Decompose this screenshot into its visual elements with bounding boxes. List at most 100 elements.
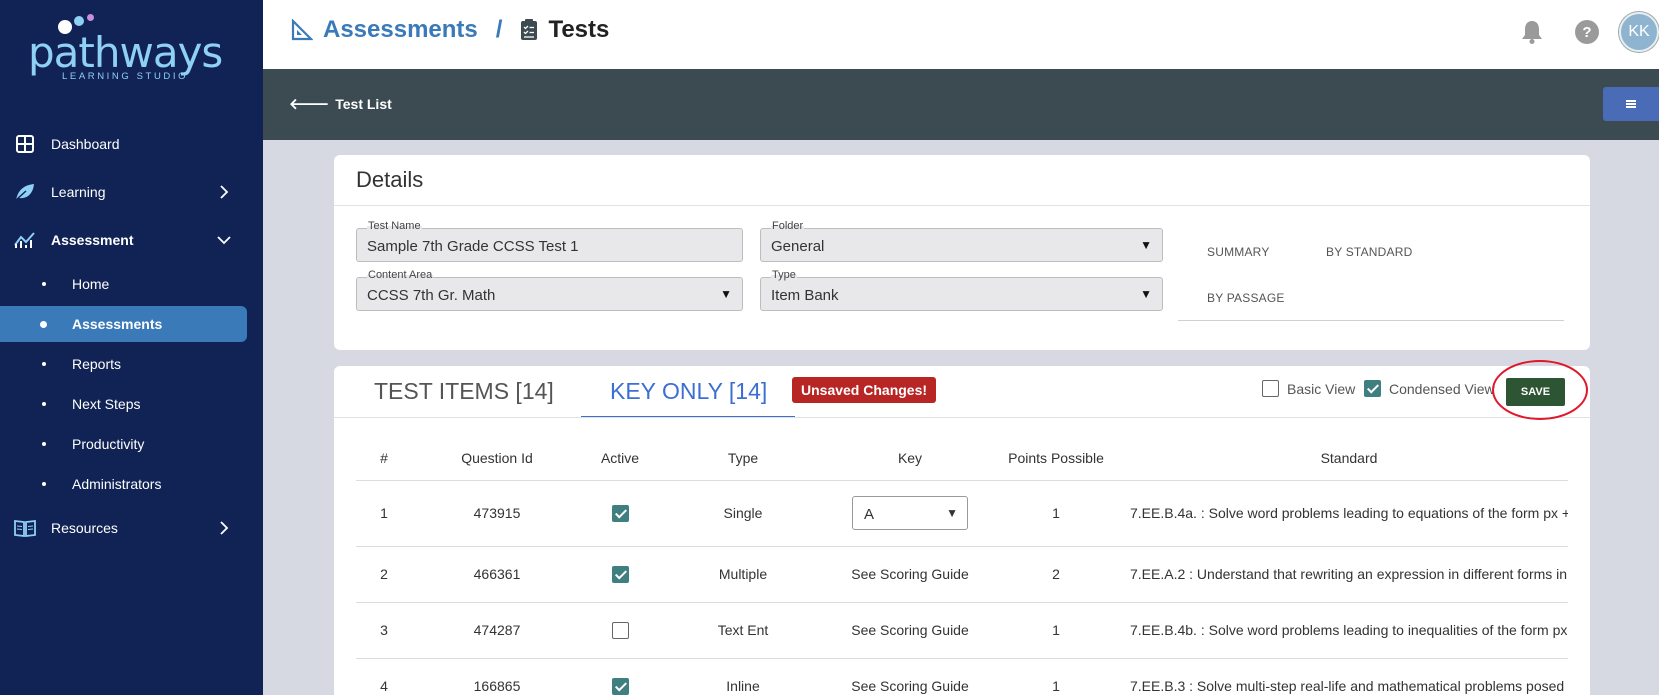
chevron-down-icon (217, 236, 231, 245)
folder-select[interactable]: Folder General ▼ (760, 220, 1163, 262)
sidebar-item-learning[interactable]: Learning (0, 168, 263, 216)
col-header-num[interactable]: # (356, 436, 412, 481)
active-checkbox[interactable] (611, 677, 629, 695)
col-header-key[interactable]: Key (828, 436, 992, 481)
cell-num: 4 (356, 658, 412, 695)
cell-key: A ▼ (828, 480, 992, 547)
sidebar-item-assessment[interactable]: Assessment (0, 216, 263, 264)
cell-type: Text Ent (658, 602, 828, 659)
sidebar-subitem-next-steps[interactable]: Next Steps (0, 384, 263, 424)
checklist-icon (521, 19, 538, 40)
sidebar-subitem-administrators[interactable]: Administrators (0, 464, 263, 504)
cell-standard: 7.EE.B.4b. : Solve word problems leading… (1120, 602, 1568, 659)
basic-view-checkbox[interactable] (1262, 380, 1279, 397)
sidebar-item-label: Learning (51, 184, 106, 200)
col-header-standard[interactable]: Standard (1120, 436, 1568, 481)
cell-points: 1 (992, 480, 1120, 547)
sidebar-subitem-assessments[interactable]: Assessments (0, 306, 247, 342)
active-checkbox[interactable] (611, 621, 629, 639)
cell-standard: 7.EE.A.2 : Understand that rewriting an … (1120, 546, 1568, 603)
field-value: CCSS 7th Gr. Math (367, 287, 496, 304)
field-label: Folder (771, 220, 805, 232)
condensed-view-option[interactable]: Condensed View (1364, 380, 1495, 397)
table-row: 3 474287 Text Ent See Scoring Guide 1 7.… (356, 602, 1568, 659)
chevron-right-icon (220, 185, 229, 199)
chevron-right-icon (220, 521, 229, 535)
cell-active (582, 480, 658, 547)
caret-down-icon: ▼ (720, 287, 732, 301)
tab-summary[interactable]: SUMMARY (1207, 245, 1270, 259)
sidebar-nav: Dashboard Learning Assessment Home Asses… (0, 120, 263, 552)
details-title: Details (356, 167, 424, 192)
table-header-row: # Question Id Active Type Key Points Pos… (356, 436, 1568, 481)
summary-tabs: SUMMARY BY STANDARD BY PASSAGE (1178, 225, 1564, 321)
key-select[interactable]: A ▼ (852, 496, 968, 530)
breadcrumb-assessments[interactable]: Assessments (323, 16, 478, 44)
pathways-logo[interactable]: pathways LEARNING STUDIO (28, 8, 223, 82)
cell-num: 1 (356, 480, 412, 547)
active-checkbox[interactable] (611, 504, 629, 522)
caret-down-icon: ▼ (1140, 238, 1152, 252)
cell-type: Multiple (658, 546, 828, 603)
back-link-label: Test List (335, 95, 392, 112)
content-area-select[interactable]: Content Area CCSS 7th Gr. Math ▼ (356, 269, 743, 311)
help-icon[interactable]: ? (1575, 20, 1599, 44)
tab-by-standard[interactable]: BY STANDARD (1326, 245, 1412, 259)
avatar[interactable]: KK (1619, 12, 1659, 52)
dashboard-grid-icon (14, 133, 36, 155)
leaf-icon (14, 181, 36, 203)
breadcrumb: Assessments / Tests (291, 16, 609, 44)
sidebar-item-resources[interactable]: Resources (0, 504, 263, 552)
col-header-active[interactable]: Active (582, 436, 658, 481)
cell-points: 1 (992, 658, 1120, 695)
breadcrumb-tests: Tests (548, 16, 610, 43)
details-card: Details Test Name Sample 7th Grade CCSS … (334, 155, 1590, 350)
basic-view-label: Basic View (1287, 380, 1356, 397)
menu-toggle-button[interactable] (1603, 87, 1659, 121)
cell-key[interactable]: See Scoring Guide (828, 658, 992, 695)
header-actions: ? KK (1519, 12, 1659, 52)
field-label: Test Name (367, 220, 422, 232)
sidebar-item-label: Resources (51, 520, 118, 536)
cell-active (582, 658, 658, 695)
field-value: Sample 7th Grade CCSS Test 1 (367, 238, 579, 255)
cell-key[interactable]: See Scoring Guide (828, 546, 992, 603)
cell-question-id: 473915 (412, 480, 582, 547)
active-checkbox[interactable] (611, 565, 629, 583)
cell-question-id: 466361 (412, 546, 582, 603)
col-header-points[interactable]: Points Possible (992, 436, 1120, 481)
table-row: 4 166865 Inline See Scoring Guide 1 7.EE… (356, 658, 1568, 695)
col-header-type[interactable]: Type (658, 436, 828, 481)
key-table: # Question Id Active Type Key Points Pos… (356, 436, 1568, 695)
condensed-view-checkbox[interactable] (1364, 380, 1381, 397)
caret-down-icon: ▼ (1140, 287, 1152, 301)
col-header-question-id[interactable]: Question Id (412, 436, 582, 481)
sidebar-subitem-reports[interactable]: Reports (0, 344, 263, 384)
book-icon (14, 517, 36, 539)
cell-key[interactable]: See Scoring Guide (828, 602, 992, 659)
field-label: Type (771, 269, 797, 281)
tab-key-only[interactable]: KEY ONLY [14] (610, 378, 767, 405)
sidebar-subitem-home[interactable]: Home (0, 264, 263, 304)
cell-type: Single (658, 480, 828, 547)
sidebar-item-label: Dashboard (51, 136, 120, 152)
test-name-field[interactable]: Test Name Sample 7th Grade CCSS Test 1 (356, 220, 743, 262)
back-to-test-list-link[interactable]: 🡐 Test List (289, 94, 392, 114)
sidebar-subitem-productivity[interactable]: Productivity (0, 424, 263, 464)
table-row: 2 466361 Multiple See Scoring Guide 2 7.… (356, 546, 1568, 603)
cell-standard: 7.EE.B.4a. : Solve word problems leading… (1120, 480, 1568, 547)
test-items-card: TEST ITEMS [14] KEY ONLY [14] Unsaved Ch… (334, 360, 1590, 695)
type-select[interactable]: Type Item Bank ▼ (760, 269, 1163, 311)
sidebar-item-dashboard[interactable]: Dashboard (0, 120, 263, 168)
tab-by-passage[interactable]: BY PASSAGE (1207, 291, 1285, 305)
basic-view-option[interactable]: Basic View (1262, 380, 1355, 397)
unsaved-changes-badge: Unsaved Changes! (792, 377, 937, 403)
cell-question-id: 474287 (412, 602, 582, 659)
field-value: General (771, 238, 825, 255)
cell-type: Inline (658, 658, 828, 695)
divider (334, 205, 1590, 206)
caret-down-icon: ▼ (946, 506, 958, 520)
highlight-circle (1492, 360, 1588, 420)
bell-icon[interactable] (1519, 19, 1545, 45)
tab-test-items[interactable]: TEST ITEMS [14] (374, 378, 554, 405)
